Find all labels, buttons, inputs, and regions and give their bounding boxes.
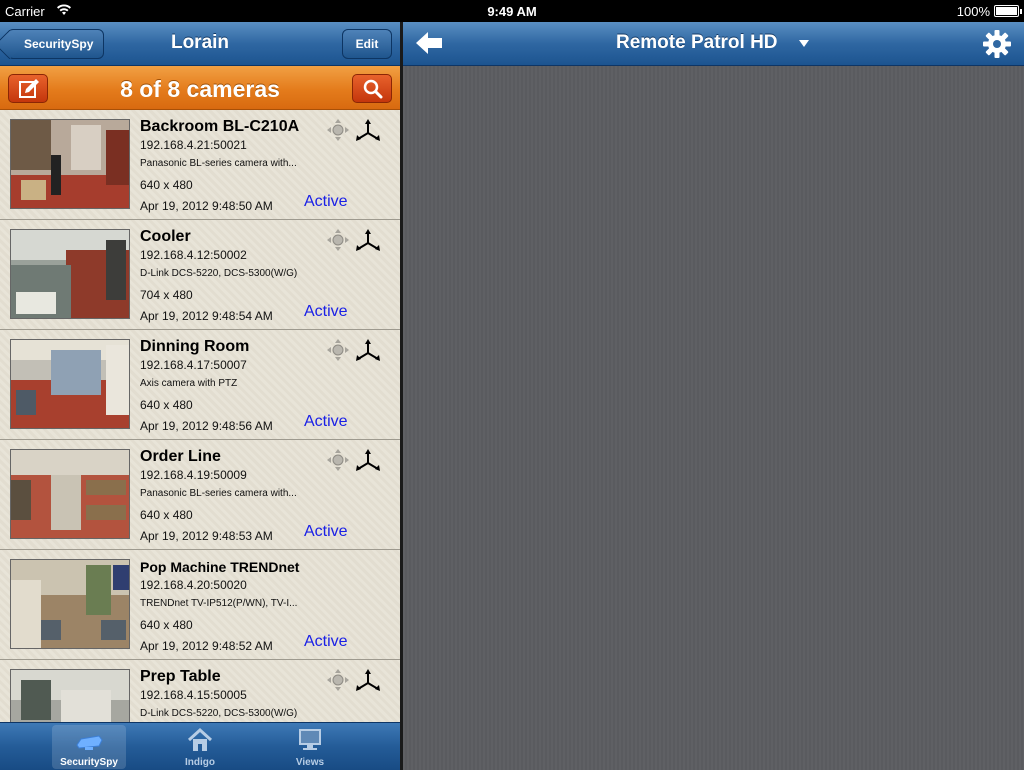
camera-ip: 192.168.4.15:50005 <box>140 688 247 702</box>
ptz-control-icon[interactable] <box>326 118 350 142</box>
camera-model: D-Link DCS-5220, DCS-5300(W/G) <box>140 708 298 719</box>
tab-label: Views <box>295 757 325 768</box>
camera-model: D-Link DCS-5220, DCS-5300(W/G) <box>140 268 298 279</box>
camera-ip: 192.168.4.20:50020 <box>140 578 247 592</box>
ptz-control-icon[interactable] <box>326 448 350 472</box>
app-title-dropdown[interactable]: Remote Patrol HD <box>616 32 778 54</box>
camera-row[interactable]: Pop Machine TRENDnet 192.168.4.20:50020 … <box>0 550 400 660</box>
camera-name: Backroom BL-C210A <box>140 118 300 135</box>
battery-icon <box>994 5 1022 17</box>
gear-icon[interactable] <box>982 29 1012 59</box>
search-button[interactable] <box>352 74 392 103</box>
battery-percent: 100% <box>956 4 990 19</box>
camera-icon <box>76 735 103 750</box>
camera-resolution: 640 x 480 <box>140 398 193 412</box>
right-navigation-bar: Remote Patrol HD <box>403 22 1024 66</box>
move-arrows-icon[interactable] <box>355 449 381 473</box>
server-title: Lorain <box>170 32 230 53</box>
camera-thumbnail <box>10 339 130 429</box>
camera-thumbnail <box>10 119 130 209</box>
camera-ip: 192.168.4.12:50002 <box>140 248 247 262</box>
chevron-down-icon[interactable] <box>799 40 809 48</box>
camera-model: TRENDnet TV-IP512(P/WN), TV-I... <box>140 598 298 609</box>
camera-ip: 192.168.4.17:50007 <box>140 358 247 372</box>
camera-row[interactable]: Cooler 192.168.4.12:50002 D-Link DCS-522… <box>0 220 400 330</box>
camera-timestamp: Apr 19, 2012 9:48:50 AM <box>140 199 273 213</box>
edit-button[interactable]: Edit <box>342 29 392 59</box>
camera-status: Active <box>304 413 348 430</box>
camera-timestamp: Apr 19, 2012 9:48:56 AM <box>140 419 273 433</box>
camera-thumbnail <box>10 559 130 649</box>
camera-list: Backroom BL-C210A 192.168.4.21:50021 Pan… <box>0 110 400 722</box>
camera-timestamp: Apr 19, 2012 9:48:52 AM <box>140 639 273 653</box>
detail-pane: Remote Patrol HD <box>403 22 1024 770</box>
camera-thumbnail <box>10 449 130 539</box>
camera-name: Dinning Room <box>140 338 250 355</box>
camera-row[interactable]: Backroom BL-C210A 192.168.4.21:50021 Pan… <box>0 110 400 220</box>
move-arrows-icon[interactable] <box>355 339 381 363</box>
camera-model: Panasonic BL-series camera with... <box>140 158 297 169</box>
camera-timestamp: Apr 19, 2012 9:48:53 AM <box>140 529 273 543</box>
camera-resolution: 640 x 480 <box>140 178 193 192</box>
search-icon <box>363 79 383 99</box>
camera-ip: 192.168.4.21:50021 <box>140 138 247 152</box>
tab-label: SecuritySpy <box>60 757 118 768</box>
camera-name: Prep Table <box>140 668 221 685</box>
tab-label: Indigo <box>185 757 215 768</box>
camera-resolution: 704 x 480 <box>140 288 193 302</box>
camera-row[interactable]: Prep Table 192.168.4.15:50005 D-Link DCS… <box>0 660 400 722</box>
camera-resolution: 640 x 480 <box>140 508 193 522</box>
tab-views[interactable]: Views <box>273 725 347 769</box>
ptz-control-icon[interactable] <box>326 338 350 362</box>
move-arrows-icon[interactable] <box>355 669 381 693</box>
camera-count-title: 8 of 8 cameras <box>120 76 280 102</box>
move-arrows-icon[interactable] <box>355 119 381 143</box>
camera-name: Pop Machine TRENDnet <box>140 559 300 575</box>
camera-status: Active <box>304 633 348 650</box>
clock: 9:49 AM <box>487 4 537 19</box>
monitor-icon <box>299 729 321 750</box>
house-icon <box>187 727 213 751</box>
camera-timestamp: Apr 19, 2012 9:48:54 AM <box>140 309 273 323</box>
camera-name: Order Line <box>140 448 221 465</box>
camera-row[interactable]: Dinning Room 192.168.4.17:50007 Axis cam… <box>0 330 400 440</box>
camera-list-pane: SecuritySpy Lorain Edit 8 of 8 cameras B… <box>0 22 400 770</box>
camera-thumbnail <box>10 229 130 319</box>
move-arrows-icon[interactable] <box>355 229 381 253</box>
ptz-control-icon[interactable] <box>326 668 350 692</box>
tab-bar: SecuritySpy Indigo Views <box>0 722 400 770</box>
camera-resolution: 640 x 480 <box>140 618 193 632</box>
camera-count-bar: 8 of 8 cameras <box>0 66 400 110</box>
camera-status: Active <box>304 523 348 540</box>
camera-thumbnail <box>10 669 130 722</box>
status-bar: Carrier 9:49 AM 100% <box>0 0 1024 22</box>
camera-ip: 192.168.4.19:50009 <box>140 468 247 482</box>
camera-status: Active <box>304 193 348 210</box>
tab-indigo[interactable]: Indigo <box>163 725 237 769</box>
ptz-control-icon[interactable] <box>326 228 350 252</box>
camera-name: Cooler <box>140 228 191 245</box>
camera-model: Axis camera with PTZ <box>140 378 238 389</box>
back-arrow-icon[interactable] <box>415 30 443 56</box>
camera-status: Active <box>304 303 348 320</box>
left-navigation-bar: SecuritySpy Lorain Edit <box>0 22 400 66</box>
camera-row[interactable]: Order Line 192.168.4.19:50009 Panasonic … <box>0 440 400 550</box>
tab-securityspy[interactable]: SecuritySpy <box>52 725 126 769</box>
camera-model: Panasonic BL-series camera with... <box>140 488 297 499</box>
